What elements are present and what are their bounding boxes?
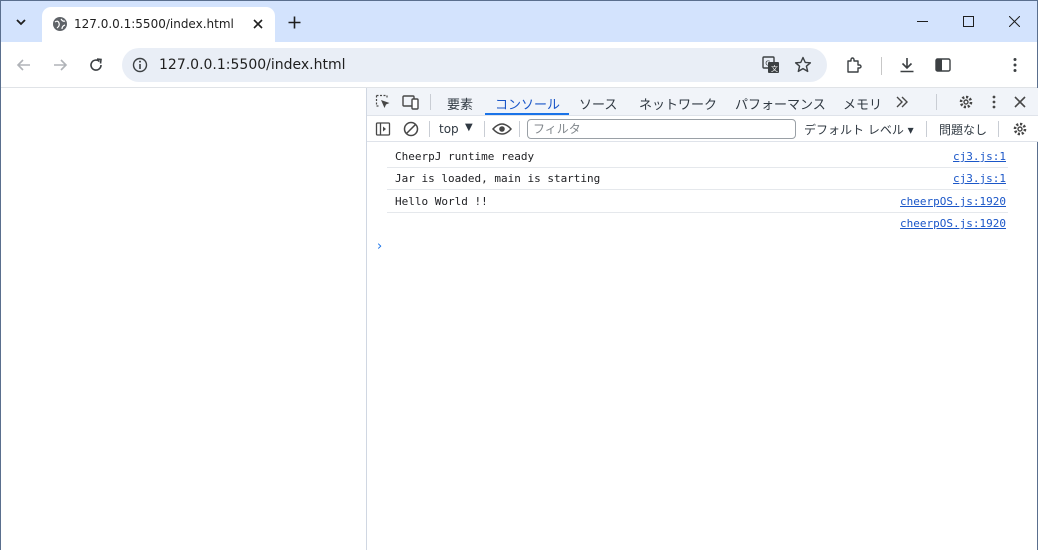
back-button[interactable] bbox=[12, 53, 36, 77]
new-tab-button[interactable] bbox=[282, 10, 306, 34]
puzzle-icon bbox=[847, 57, 862, 73]
console-filter-bar: top ▼ デフォルト レベル ▾ 問題なし bbox=[367, 116, 1038, 142]
tab-strip: 127.0.0.1:5500/index.html bbox=[1, 1, 1037, 42]
console-message: cheerpOS.js:1920 bbox=[387, 213, 1008, 235]
browser-window: 127.0.0.1:5500/index.html 127.0.0.1:5500… bbox=[0, 0, 1038, 550]
console-output: CheerpJ runtime ready cj3.js:1 Jar is lo… bbox=[367, 143, 1038, 550]
filter-separator bbox=[429, 121, 430, 137]
context-selector[interactable]: top bbox=[439, 122, 459, 136]
tab-separator bbox=[430, 94, 431, 110]
tab-elements[interactable]: 要素 bbox=[447, 94, 473, 113]
console-message-text: Jar is loaded, main is starting bbox=[395, 172, 601, 185]
chevron-down-icon bbox=[16, 19, 26, 26]
devtools-settings-button[interactable] bbox=[956, 92, 976, 112]
console-message-source-link[interactable]: cj3.js:1 bbox=[953, 172, 1006, 185]
close-icon bbox=[1008, 16, 1020, 27]
globe-icon bbox=[53, 17, 67, 31]
svg-text:G: G bbox=[765, 60, 770, 68]
filter-separator bbox=[519, 121, 520, 137]
console-message: Hello World !! cheerpOS.js:1920 bbox=[387, 191, 1008, 213]
log-level-selector[interactable]: デフォルト レベル ▾ bbox=[804, 121, 914, 138]
console-message-source-link[interactable]: cj3.js:1 bbox=[953, 150, 1006, 163]
arrow-left-icon bbox=[16, 59, 30, 71]
devtools-tab-bar: 要素 コンソール ソース ネットワーク パフォーマンス メモリ bbox=[367, 88, 1038, 116]
toolbar-separator bbox=[881, 57, 882, 75]
block-icon bbox=[403, 121, 419, 137]
tab-network[interactable]: ネットワーク bbox=[639, 94, 717, 113]
plus-icon bbox=[288, 16, 300, 28]
issues-button[interactable]: 問題なし bbox=[939, 121, 987, 138]
console-message: CheerpJ runtime ready cj3.js:1 bbox=[387, 146, 1008, 168]
console-settings-button[interactable] bbox=[1010, 119, 1030, 139]
tab-search-button[interactable] bbox=[8, 9, 34, 35]
minimize-icon bbox=[916, 21, 928, 22]
arrow-right-icon bbox=[54, 59, 68, 71]
gear-icon bbox=[1013, 122, 1027, 136]
clear-console-button[interactable] bbox=[401, 119, 421, 139]
more-tabs-button[interactable] bbox=[892, 92, 912, 112]
devtools-panel: 要素 コンソール ソース ネットワーク パフォーマンス メモリ top ▼ フィ… bbox=[366, 88, 1038, 550]
reload-icon bbox=[90, 58, 102, 71]
side-panel-button[interactable] bbox=[932, 54, 954, 76]
svg-text:文: 文 bbox=[771, 64, 778, 73]
console-message: Jar is loaded, main is starting cj3.js:1 bbox=[387, 168, 1008, 190]
download-icon bbox=[900, 58, 914, 73]
console-prompt[interactable]: › bbox=[377, 239, 382, 254]
console-message-text: Hello World !! bbox=[395, 195, 488, 208]
double-chevron-right-icon bbox=[896, 96, 908, 108]
close-icon bbox=[1014, 96, 1026, 108]
browser-tab[interactable]: 127.0.0.1:5500/index.html bbox=[42, 7, 275, 42]
reload-button[interactable] bbox=[84, 53, 108, 77]
address-bar[interactable]: 127.0.0.1:5500/index.html G文 bbox=[122, 48, 827, 82]
menu-button[interactable] bbox=[1004, 54, 1026, 76]
info-icon bbox=[132, 57, 148, 73]
gear-icon bbox=[959, 95, 973, 109]
maximize-button[interactable] bbox=[945, 1, 991, 42]
console-message-source-link[interactable]: cheerpOS.js:1920 bbox=[900, 195, 1006, 208]
inspect-icon bbox=[375, 94, 390, 108]
sidebar-toggle-button[interactable] bbox=[373, 119, 393, 139]
caret-down-icon: ▼ bbox=[465, 122, 473, 133]
console-message-text: CheerpJ runtime ready bbox=[395, 150, 535, 163]
close-icon bbox=[253, 19, 263, 29]
site-info-button[interactable] bbox=[130, 55, 150, 75]
tab-separator bbox=[936, 94, 937, 110]
maximize-icon bbox=[962, 16, 974, 27]
sidebar-icon bbox=[375, 122, 391, 136]
tab-sources[interactable]: ソース bbox=[579, 94, 617, 113]
side-panel-icon bbox=[935, 58, 951, 72]
tab-memory[interactable]: メモリ bbox=[843, 94, 882, 113]
devtools-menu-button[interactable] bbox=[984, 92, 1004, 112]
url-text[interactable]: 127.0.0.1:5500/index.html bbox=[159, 57, 346, 73]
device-toolbar-button[interactable] bbox=[401, 92, 421, 112]
forward-button[interactable] bbox=[48, 53, 72, 77]
extensions-button[interactable] bbox=[843, 54, 865, 76]
filter-input[interactable] bbox=[527, 119, 796, 139]
tab-performance[interactable]: パフォーマンス bbox=[735, 94, 826, 113]
filter-separator bbox=[484, 121, 485, 137]
device-icon bbox=[402, 95, 419, 110]
filter-separator bbox=[998, 121, 999, 137]
translate-button[interactable]: G文 bbox=[761, 55, 781, 75]
translate-icon: G文 bbox=[762, 56, 779, 73]
web-page-content[interactable] bbox=[1, 88, 366, 550]
devtools-close-button[interactable] bbox=[1010, 92, 1030, 112]
tab-close-button[interactable] bbox=[248, 14, 268, 34]
filter-separator bbox=[926, 121, 927, 137]
active-tab-indicator bbox=[485, 113, 569, 115]
browser-toolbar: 127.0.0.1:5500/index.html G文 bbox=[1, 42, 1037, 88]
minimize-button[interactable] bbox=[899, 1, 945, 42]
kebab-menu-icon bbox=[1013, 58, 1017, 72]
tab-console[interactable]: コンソール bbox=[495, 94, 560, 113]
downloads-button[interactable] bbox=[896, 54, 918, 76]
star-icon bbox=[794, 56, 812, 73]
console-message-source-link[interactable]: cheerpOS.js:1920 bbox=[900, 217, 1006, 230]
kebab-menu-icon bbox=[992, 95, 996, 109]
eye-icon bbox=[492, 123, 512, 135]
bookmark-button[interactable] bbox=[793, 55, 813, 75]
live-expression-button[interactable] bbox=[492, 119, 512, 139]
inspect-element-button[interactable] bbox=[373, 92, 393, 112]
tab-title: 127.0.0.1:5500/index.html bbox=[74, 17, 234, 31]
window-close-button[interactable] bbox=[991, 1, 1037, 42]
